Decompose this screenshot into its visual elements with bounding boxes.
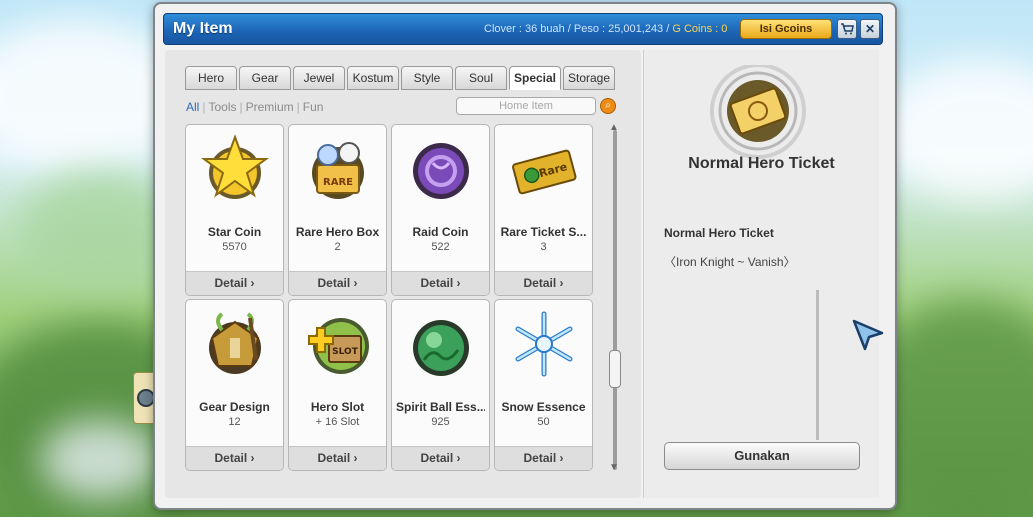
- filter-tools[interactable]: Tools: [208, 100, 236, 114]
- raid-coin-icon: [413, 143, 469, 199]
- isi-gcoins-button[interactable]: Isi Gcoins: [740, 19, 832, 39]
- hero-ticket-icon: [710, 65, 806, 159]
- tab-style[interactable]: Style: [401, 66, 453, 90]
- rare-hero-box-icon: RARE: [312, 142, 364, 199]
- detail-button[interactable]: Detail ›: [289, 271, 386, 295]
- item-quantity: 12: [228, 416, 241, 428]
- item-quantity: 50: [537, 416, 550, 428]
- item-quantity: 3: [540, 241, 547, 253]
- detail-button[interactable]: Detail ›: [495, 446, 592, 470]
- tab-special[interactable]: Special: [509, 66, 561, 90]
- tab-hero[interactable]: Hero: [185, 66, 237, 90]
- item-card-rare-hero-box[interactable]: RARE Rare Hero Box 2 Detail ›: [288, 124, 387, 296]
- svg-text:SLOT: SLOT: [332, 347, 359, 357]
- filter-premium[interactable]: Premium: [246, 100, 294, 114]
- item-card-snow-essence[interactable]: Snow Essence 50 Detail ›: [494, 299, 593, 471]
- item-quantity: 2: [334, 241, 341, 253]
- item-card-rare-ticket[interactable]: Rare Rare Ticket S... 3 Detail ›: [494, 124, 593, 296]
- scrollbar-thumb[interactable]: [609, 350, 621, 388]
- item-name: Snow Essence: [501, 400, 586, 414]
- tab-storage[interactable]: Storage: [563, 66, 615, 90]
- svg-text:RARE: RARE: [323, 177, 353, 188]
- rare-ticket-icon: Rare: [512, 149, 577, 195]
- my-item-window: My Item Clover : 36 buah / Peso : 25,001…: [153, 2, 897, 510]
- item-name: Rare Ticket S...: [500, 225, 587, 239]
- filter-bar: All | Tools | Premium | Fun: [186, 100, 324, 114]
- scroll-down-arrow-icon[interactable]: ▼: [609, 462, 619, 473]
- title-bar: My Item Clover : 36 buah / Peso : 25,001…: [163, 13, 883, 45]
- item-card-spirit-ball[interactable]: Spirit Ball Ess... 925 Detail ›: [391, 299, 490, 471]
- item-quantity: 925: [431, 416, 450, 428]
- item-quantity: + 16 Slot: [315, 416, 360, 428]
- detail-description: 〈Iron Knight ~ Vanish〉: [664, 255, 796, 269]
- search-icon[interactable]: ⌕: [600, 98, 616, 114]
- search-input[interactable]: Home Item: [456, 97, 596, 115]
- detail-button[interactable]: Detail ›: [289, 446, 386, 470]
- item-name: Star Coin: [207, 225, 262, 239]
- item-name: Gear Design: [199, 400, 270, 414]
- item-card-hero-slot[interactable]: SLOT Hero Slot + 16 Slot Detail ›: [288, 299, 387, 471]
- tab-kostum[interactable]: Kostum: [347, 66, 399, 90]
- detail-title: Normal Hero Ticket: [688, 155, 835, 172]
- item-card-raid-coin[interactable]: Raid Coin 522 Detail ›: [391, 124, 490, 296]
- item-list-area: Hero Gear Jewel Kostum Style Soul Specia…: [165, 50, 641, 498]
- item-quantity: 5570: [222, 241, 247, 253]
- filter-fun[interactable]: Fun: [303, 100, 324, 114]
- spirit-ball-icon: [413, 320, 469, 376]
- detail-button[interactable]: Detail ›: [392, 446, 489, 470]
- item-card-gear-design[interactable]: Gear Design 12 Detail ›: [185, 299, 284, 471]
- currency-info: Clover : 36 buah / Peso : 25,001,243 / G…: [484, 23, 727, 35]
- window-title: My Item: [173, 20, 233, 37]
- item-card-star-coin[interactable]: Star Coin 5570 Detail ›: [185, 124, 284, 296]
- star-coin-icon: [200, 134, 270, 199]
- tab-gear[interactable]: Gear: [239, 66, 291, 90]
- item-name: Hero Slot: [310, 400, 365, 414]
- filter-all[interactable]: All: [186, 100, 199, 114]
- scrollbar-track[interactable]: [613, 130, 617, 470]
- detail-button[interactable]: Detail ›: [392, 271, 489, 295]
- detail-button[interactable]: Detail ›: [186, 271, 283, 295]
- cursor-arrow-icon: [852, 319, 884, 351]
- currency-text: Clover : 36 buah / Peso : 25,001,243 /: [484, 23, 670, 35]
- detail-subtitle: Normal Hero Ticket: [664, 226, 774, 240]
- item-quantity: 522: [431, 241, 450, 253]
- close-icon[interactable]: ✕: [860, 19, 880, 39]
- item-name: Raid Coin: [412, 225, 469, 239]
- use-button[interactable]: Gunakan: [664, 442, 860, 470]
- gcoins-text: G Coins : 0: [672, 23, 728, 35]
- detail-button[interactable]: Detail ›: [495, 271, 592, 295]
- detail-scrollbar[interactable]: [816, 290, 819, 440]
- tab-soul[interactable]: Soul: [455, 66, 507, 90]
- category-tabs: Hero Gear Jewel Kostum Style Soul Specia…: [185, 66, 615, 90]
- detail-button[interactable]: Detail ›: [186, 446, 283, 470]
- item-grid: Star Coin 5570 Detail › RARE Rare Hero B…: [185, 124, 593, 471]
- hero-slot-icon: SLOT: [308, 318, 369, 374]
- cart-icon[interactable]: [837, 19, 857, 39]
- item-detail-panel: Normal Hero Ticket Normal Hero Ticket 〈I…: [643, 50, 879, 498]
- gear-design-icon: [209, 312, 261, 374]
- tab-jewel[interactable]: Jewel: [293, 66, 345, 90]
- item-name: Spirit Ball Ess...: [396, 400, 485, 414]
- item-name: Rare Hero Box: [295, 225, 380, 239]
- snow-essence-icon: [515, 311, 573, 377]
